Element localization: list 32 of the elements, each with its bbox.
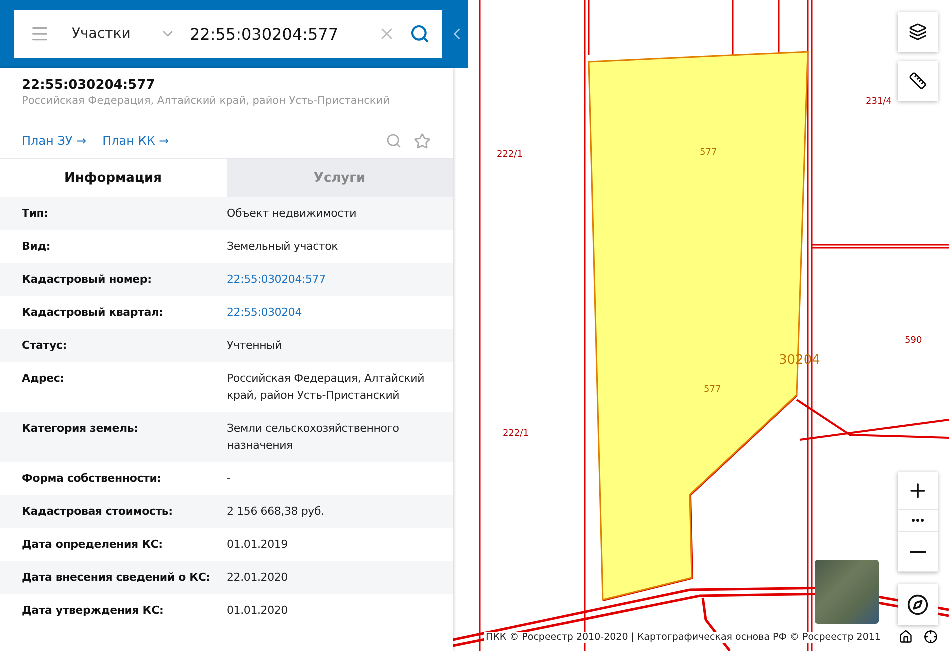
parcel-number: 222/1: [497, 150, 523, 160]
property-label: Статус:: [22, 338, 68, 354]
property-label: Дата утверждения КС:: [22, 603, 165, 619]
parcel-number: 222/1: [503, 429, 529, 439]
property-value: 01.01.2019: [227, 537, 289, 553]
property-label: Кадастровый квартал:: [22, 305, 164, 321]
property-label: Дата определения КС:: [22, 537, 164, 553]
parcel-number: 30204: [779, 353, 820, 368]
property-value: Объект недвижимости: [227, 206, 358, 222]
property-value: Земли сельскохозяйственного назначения: [227, 421, 400, 454]
parcel-number: 577: [704, 385, 722, 395]
property-label: Тип:: [22, 206, 50, 222]
parcel-number: 590: [905, 336, 922, 346]
parcel-number: 577: [700, 148, 718, 158]
map-attribution: ПКК © Росреестр 2010-2020 | Картографическая основа РФ © Росреестр 2011: [484, 632, 883, 643]
parcel-number: 231/4: [866, 97, 892, 107]
property-label: Дата внесения сведений о КС:: [22, 570, 212, 586]
property-label: Вид:: [22, 239, 52, 255]
property-value: Учтенный: [227, 338, 283, 354]
property-label: Кадастровый номер:: [22, 272, 153, 288]
object-address: Российская Федерация, Алтайский край, район Усть-Пристанский: [22, 95, 391, 107]
property-value: 22.01.2020: [227, 570, 289, 586]
property-label: Форма собственности:: [22, 471, 162, 487]
property-value: 2 156 668,38 руб.: [227, 504, 326, 520]
property-label: Категория земель:: [22, 421, 140, 437]
property-label: Адрес:: [22, 371, 66, 387]
property-value: Российская Федерация, Алтайский край, район Усть-Пристанский: [227, 371, 426, 404]
property-value: -: [227, 471, 232, 487]
property-label: Кадастровая стоимость:: [22, 504, 174, 520]
property-value: Земельный участок: [227, 239, 340, 255]
object-title: 22:55:030204:577: [22, 78, 156, 93]
property-value: 01.01.2020: [227, 603, 289, 619]
